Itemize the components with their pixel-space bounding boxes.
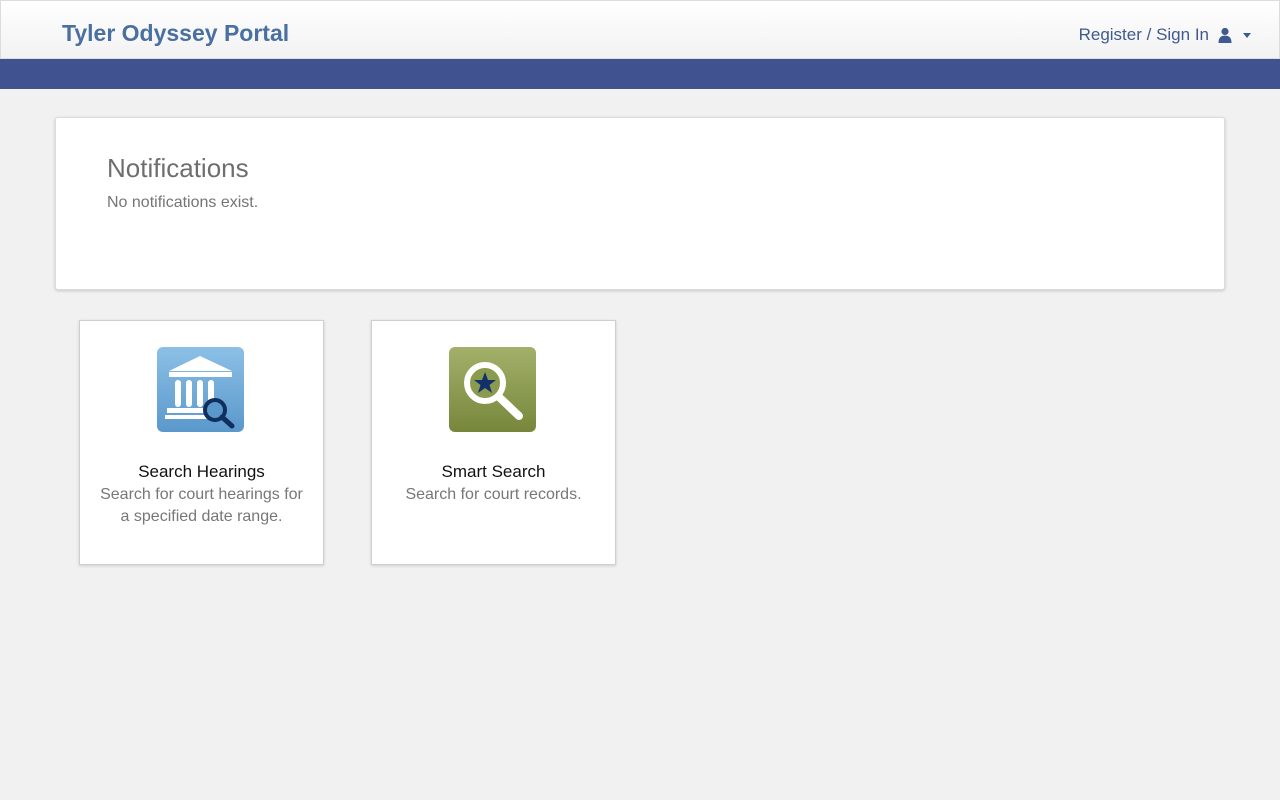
smart-search-title: Smart Search [441,462,546,481]
smart-search-description: Search for court records. [405,486,582,503]
register-sign-in-menu[interactable]: Register / Sign In [1079,25,1251,45]
caret-down-icon [1243,32,1251,38]
accent-bar [0,59,1280,89]
user-icon [1217,27,1233,43]
magnifier-star-icon [449,347,536,432]
brand-link[interactable]: Tyler Odyssey Portal [62,20,289,47]
search-hearings-tile[interactable]: Search Hearings Search for court hearing… [79,320,324,565]
notifications-message: No notifications exist. [107,194,259,211]
top-navbar: Tyler Odyssey Portal Register / Sign In [0,0,1280,59]
notifications-title: Notifications [107,153,249,183]
smart-search-tile[interactable]: Smart Search Search for court records. [371,320,616,565]
courthouse-search-icon [157,347,244,432]
notifications-panel: Notifications No notifications exist. [55,117,1225,290]
search-hearings-description: Search for court hearings for a specifie… [100,486,303,525]
search-hearings-title: Search Hearings [138,462,265,481]
register-sign-in-label: Register / Sign In [1078,25,1209,44]
